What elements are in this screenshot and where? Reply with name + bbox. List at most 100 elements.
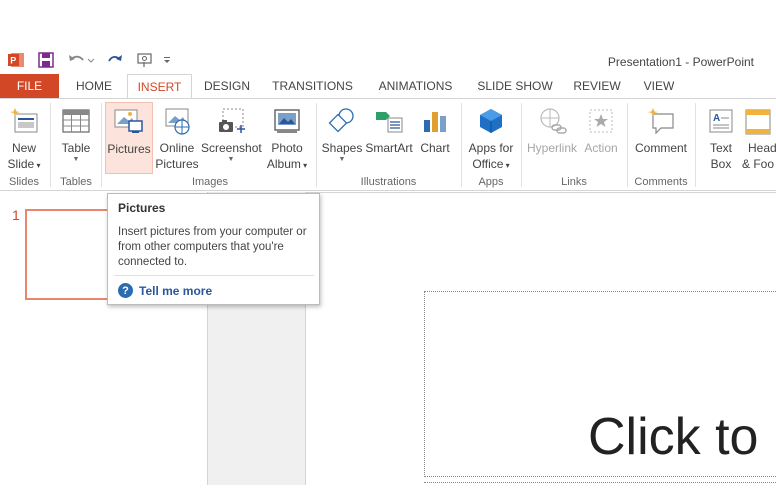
hyperlink-icon: [525, 102, 579, 140]
tab-design[interactable]: DESIGN: [197, 74, 257, 99]
tab-transitions[interactable]: TRANSITIONS: [265, 74, 360, 99]
apps-for-office-label-1: Apps for: [468, 141, 514, 155]
window-title: Presentation1 - PowerPoint: [607, 55, 754, 69]
text-box-button[interactable]: A Text Box: [701, 102, 741, 174]
comment-icon: [631, 102, 691, 140]
table-button[interactable]: Table ▼: [56, 102, 96, 174]
apps-for-office-button[interactable]: Apps for Office ▾: [465, 102, 517, 174]
dropdown-caret-icon: ▾: [34, 161, 41, 170]
shapes-label: Shapes: [321, 141, 363, 155]
smartart-button[interactable]: SmartArt: [364, 102, 414, 174]
comment-label: Comment: [634, 141, 687, 155]
tab-view[interactable]: VIEW: [636, 74, 682, 99]
hyperlink-button[interactable]: Hyperlink: [525, 102, 579, 174]
group-separator: [50, 103, 51, 187]
group-label-images: Images: [191, 176, 229, 188]
group-separator: [316, 103, 317, 187]
chart-label: Chart: [420, 141, 450, 155]
ribbon: New Slide ▾ Slides Table ▼ Tables Pictur…: [0, 98, 776, 191]
group-label-illustrations: Illustrations: [360, 176, 417, 188]
shapes-button[interactable]: Shapes ▼: [321, 102, 363, 174]
slide-number: 1: [12, 207, 20, 223]
chart-icon: [416, 102, 454, 140]
title-placeholder-text: Click to: [588, 408, 759, 466]
apps-for-office-icon: [465, 102, 517, 140]
text-box-icon: A: [701, 102, 741, 140]
online-pictures-label-2: Pictures: [155, 157, 199, 171]
photo-album-label-2: Album: [266, 157, 301, 171]
svg-text:A: A: [713, 113, 720, 124]
tab-slide-show[interactable]: SLIDE SHOW: [471, 74, 559, 99]
dropdown-caret-icon: ▾: [300, 161, 308, 170]
tooltip-description: Insert pictures from your computer or fr…: [118, 226, 307, 268]
pictures-tooltip: Pictures Insert pictures from your compu…: [107, 193, 320, 305]
chart-button[interactable]: Chart: [416, 102, 454, 174]
save-icon[interactable]: [37, 51, 55, 69]
hyperlink-label: Hyperlink: [526, 141, 577, 155]
photo-album-button[interactable]: Photo Album ▾: [264, 102, 310, 174]
tab-insert[interactable]: INSERT: [127, 74, 192, 99]
touch-mode-icon[interactable]: [136, 51, 154, 69]
screenshot-icon: [201, 102, 261, 140]
dropdown-caret-icon: ▾: [503, 161, 510, 170]
tab-home[interactable]: HOME: [66, 74, 122, 99]
comment-button[interactable]: Comment: [631, 102, 691, 174]
ribbon-tabs: FILE HOME INSERT DESIGN TRANSITIONS ANIM…: [0, 74, 776, 99]
group-separator: [101, 103, 102, 187]
action-button[interactable]: Action: [580, 102, 622, 174]
header-footer-label-1: Head: [748, 141, 776, 155]
table-label: Table: [61, 141, 91, 155]
new-slide-button[interactable]: New Slide ▾: [3, 102, 45, 174]
group-label-slides: Slides: [9, 176, 39, 188]
header-footer-label-2: & Foo: [742, 157, 775, 171]
group-label-comments: Comments: [634, 176, 688, 188]
group-label-links: Links: [561, 176, 587, 188]
tooltip-title: Pictures: [118, 201, 166, 215]
pictures-button[interactable]: Pictures: [105, 102, 153, 174]
title-bar: P Presentation1 - PowerPoint: [0, 0, 776, 74]
group-separator: [627, 103, 628, 187]
smartart-icon: [364, 102, 414, 140]
new-slide-icon: [3, 102, 45, 140]
subtitle-placeholder[interactable]: [424, 482, 776, 493]
photo-album-icon: [264, 102, 310, 140]
dropdown-caret-icon: ▼: [227, 156, 235, 163]
text-box-label-1: Text: [709, 141, 732, 155]
dropdown-caret-icon: ▼: [72, 156, 80, 163]
dropdown-caret-icon: ▼: [338, 156, 346, 163]
customize-qat-icon[interactable]: [161, 51, 173, 69]
text-box-label-2: Box: [710, 157, 732, 171]
tab-review[interactable]: REVIEW: [569, 74, 625, 99]
smartart-label: SmartArt: [365, 141, 413, 155]
photo-album-label-1: Photo: [271, 141, 303, 155]
undo-icon[interactable]: [66, 51, 96, 69]
help-icon: ?: [118, 283, 133, 298]
online-pictures-button[interactable]: Online Pictures: [155, 102, 199, 174]
table-icon: [56, 102, 96, 140]
header-footer-button[interactable]: Head & Foo: [742, 102, 776, 174]
tab-file[interactable]: FILE: [0, 74, 59, 99]
new-slide-label-1: New: [11, 141, 36, 155]
tell-me-more-label: Tell me more: [139, 283, 213, 298]
powerpoint-logo-icon[interactable]: P: [8, 51, 26, 69]
pictures-label: Pictures: [107, 142, 151, 156]
tooltip-divider: [114, 275, 314, 276]
tell-me-more-link[interactable]: ? Tell me more: [118, 283, 212, 298]
action-icon: [580, 102, 622, 140]
tab-animations[interactable]: ANIMATIONS: [368, 74, 463, 99]
screenshot-label: Screenshot: [201, 141, 262, 155]
pictures-icon: [106, 103, 152, 141]
slide-thumbnail[interactable]: [25, 209, 109, 300]
action-label: Action: [584, 141, 618, 155]
group-label-apps: Apps: [478, 176, 504, 188]
group-separator: [461, 103, 462, 187]
header-footer-icon: [742, 102, 776, 140]
online-pictures-label-1: Online: [159, 141, 195, 155]
group-separator: [695, 103, 696, 187]
screenshot-button[interactable]: Screenshot ▼: [201, 102, 262, 174]
online-pictures-icon: [155, 102, 199, 140]
apps-for-office-label-2: Office: [472, 157, 504, 171]
new-slide-label-2: Slide: [7, 157, 35, 171]
redo-icon[interactable]: [107, 51, 125, 69]
svg-text:P: P: [10, 56, 16, 66]
